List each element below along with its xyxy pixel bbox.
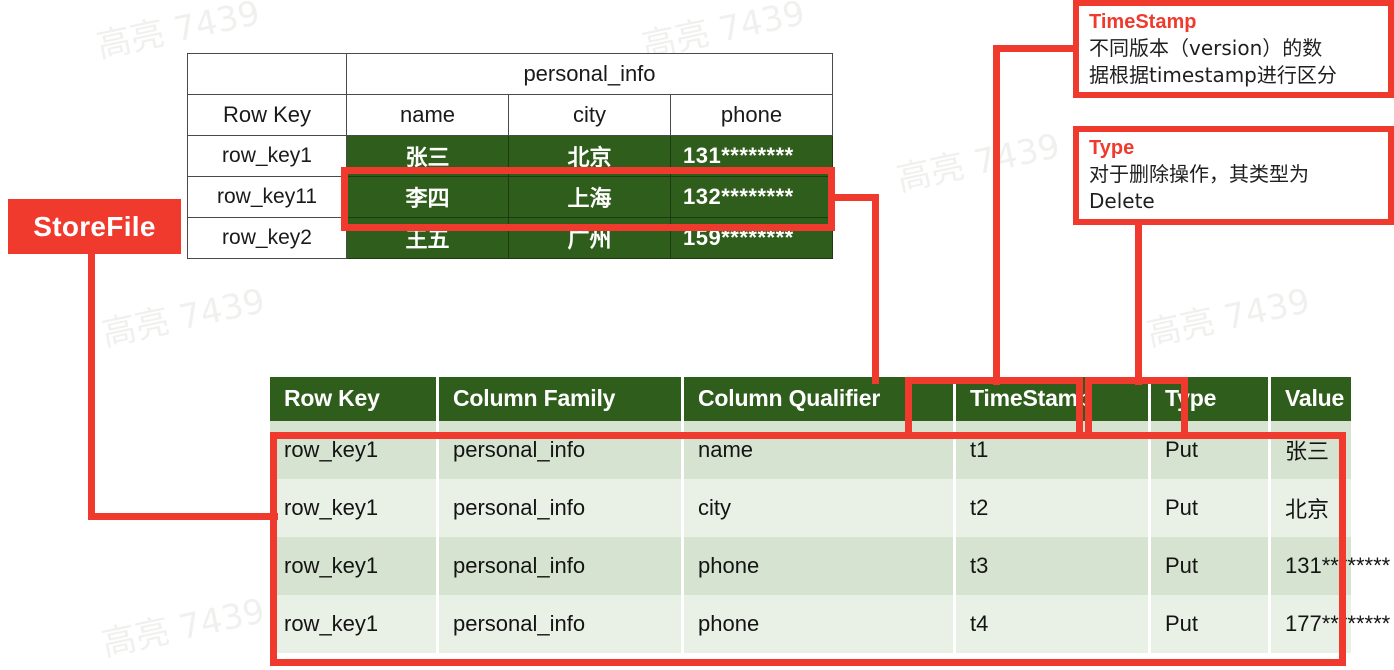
col-header-row-key: Row Key (270, 377, 439, 421)
cell-phone: 159******** (670, 217, 833, 259)
table-row: row_key1 personal_info city t2 Put 北京 (270, 479, 1351, 537)
col-header-name: name (346, 94, 509, 136)
cell-row-key: row_key2 (187, 217, 347, 259)
cell-timestamp: t3 (954, 537, 1151, 595)
cell-value: 131******** (1269, 537, 1390, 595)
storefile-label: StoreFile (8, 199, 181, 254)
callout-timestamp-line2: 据根据timestamp进行区分 (1089, 63, 1337, 87)
row-to-celltable-connector-vertical (872, 194, 879, 384)
table-row: personal_info (187, 53, 833, 95)
cell-timestamp: t2 (954, 479, 1151, 537)
cell-row-key: row_key1 (270, 595, 439, 653)
callout-timestamp-title: TimeStamp (1089, 11, 1197, 33)
table-row: row_key1 personal_info phone t3 Put 131*… (270, 537, 1390, 595)
col-header-value: Value (1269, 377, 1351, 421)
callout-timestamp-line1: 不同版本（version）的数 (1089, 36, 1323, 60)
callout-type-line1: 对于删除操作，其类型为 (1089, 162, 1309, 186)
cell-value: 177******** (1269, 595, 1390, 653)
cell-city: 上海 (508, 176, 671, 218)
col-header-phone: phone (670, 94, 833, 136)
callout-type-line2: Delete (1089, 189, 1155, 213)
cell-type: Put (1149, 421, 1271, 479)
type-callout-connector-vertical (1135, 222, 1142, 385)
cell-column-qualifier: city (682, 479, 956, 537)
watermark: 高亮 7439 (893, 126, 1064, 200)
cell-row-key: row_key11 (187, 176, 347, 218)
col-header-row-key: Row Key (187, 94, 347, 136)
cell-city: 广州 (508, 217, 671, 259)
timestamp-callout-connector-horizontal (993, 45, 1077, 52)
timestamp-callout-connector-vertical (993, 45, 1000, 385)
cell-phone: 131******** (670, 135, 833, 177)
table-row: row_key2 王五 广州 159******** (187, 217, 833, 259)
cell-value: 北京 (1269, 479, 1351, 537)
table-row: Row Key name city phone (187, 94, 833, 136)
callout-type-title: Type (1089, 137, 1135, 159)
cell-type: Put (1149, 537, 1271, 595)
cell-column-family: personal_info (437, 595, 684, 653)
callout-type: Type 对于删除操作，其类型为 Delete (1073, 126, 1394, 225)
col-header-type: Type (1149, 377, 1271, 421)
table-row: row_key1 personal_info name t1 Put 张三 (270, 421, 1351, 479)
col-header-timestamp: TimeStamp (954, 377, 1151, 421)
table-row: row_key1 personal_info phone t4 Put 177*… (270, 595, 1390, 653)
watermark: 高亮 7439 (98, 281, 269, 355)
cell-row-key: row_key1 (270, 421, 439, 479)
cell-city: 北京 (508, 135, 671, 177)
callout-timestamp: TimeStamp 不同版本（version）的数 据根据timestamp进行… (1073, 0, 1394, 98)
watermark: 高亮 7439 (1143, 281, 1314, 355)
cell-name: 张三 (346, 135, 509, 177)
col-header-column-qualifier: Column Qualifier (682, 377, 956, 421)
column-family-header: personal_info (346, 53, 833, 95)
cell-column-family: personal_info (437, 537, 684, 595)
diagram-canvas: 高亮 7439 高亮 7439 高亮 7439 高亮 7439 高亮 7439 … (0, 0, 1394, 670)
cell-phone: 132******** (670, 176, 833, 218)
table-row: row_key11 李四 上海 132******** (187, 176, 833, 218)
cell-view-table: Row Key Column Family Column Qualifier T… (270, 377, 1390, 653)
cell-row-key: row_key1 (187, 135, 347, 177)
storefile-connector-vertical (88, 254, 95, 520)
storefile-connector-horizontal (88, 513, 278, 520)
col-header-column-family: Column Family (437, 377, 684, 421)
cell-row-key: row_key1 (270, 537, 439, 595)
cell-column-family: personal_info (437, 479, 684, 537)
col-header-city: city (508, 94, 671, 136)
cell-type: Put (1149, 479, 1271, 537)
logical-view-table: personal_info Row Key name city phone ro… (187, 53, 833, 259)
cell-column-qualifier: phone (682, 537, 956, 595)
cell-timestamp: t1 (954, 421, 1151, 479)
cell-name: 李四 (346, 176, 509, 218)
cell-value: 张三 (1269, 421, 1351, 479)
cell-view-table-wrap: Row Key Column Family Column Qualifier T… (270, 377, 1390, 653)
table-header-row: Row Key Column Family Column Qualifier T… (270, 377, 1351, 421)
empty-corner-cell (187, 53, 347, 95)
cell-timestamp: t4 (954, 595, 1151, 653)
table-row: row_key1 张三 北京 131******** (187, 135, 833, 177)
cell-column-family: personal_info (437, 421, 684, 479)
cell-column-qualifier: phone (682, 595, 956, 653)
cell-name: 王五 (346, 217, 509, 259)
cell-type: Put (1149, 595, 1271, 653)
cell-column-qualifier: name (682, 421, 956, 479)
cell-row-key: row_key1 (270, 479, 439, 537)
watermark: 高亮 7439 (98, 591, 269, 665)
